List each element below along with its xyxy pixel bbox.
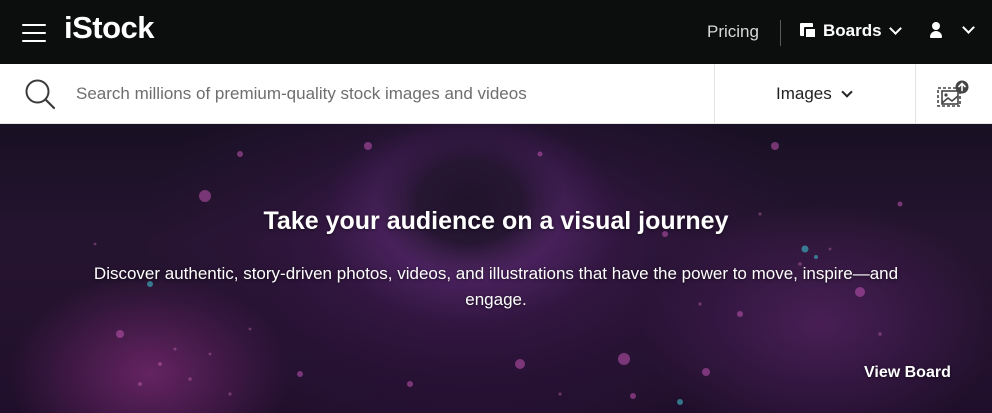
hero-banner: Take your audience on a visual journey D…	[0, 124, 992, 413]
boards-icon	[800, 23, 817, 39]
search-bar: Images	[0, 64, 992, 124]
pricing-link[interactable]: Pricing	[707, 22, 759, 42]
istock-logo[interactable]: iStock	[64, 10, 155, 46]
search-input[interactable]	[76, 76, 696, 112]
hero-title: Take your audience on a visual journey	[263, 207, 729, 235]
hero-subtitle: Discover authentic, story-driven photos,…	[93, 264, 899, 309]
account-menu-button[interactable]	[929, 21, 975, 38]
search-divider	[714, 64, 715, 124]
view-board-link[interactable]: View Board	[864, 364, 951, 382]
search-icon[interactable]	[24, 78, 56, 110]
hamburger-menu-icon[interactable]	[22, 24, 46, 42]
search-divider	[915, 64, 916, 124]
chevron-down-icon	[841, 85, 853, 98]
user-icon	[929, 22, 943, 38]
top-nav: iStock Pricing Boards	[0, 0, 992, 64]
chevron-down-icon	[888, 22, 902, 35]
chevron-down-icon	[962, 21, 975, 34]
nav-divider	[780, 20, 781, 46]
media-type-dropdown[interactable]: Images	[776, 84, 853, 104]
boards-menu-button[interactable]: Boards	[800, 21, 902, 41]
visual-search-icon[interactable]	[936, 80, 970, 110]
media-type-label: Images	[776, 84, 832, 103]
boards-label: Boards	[823, 21, 882, 40]
